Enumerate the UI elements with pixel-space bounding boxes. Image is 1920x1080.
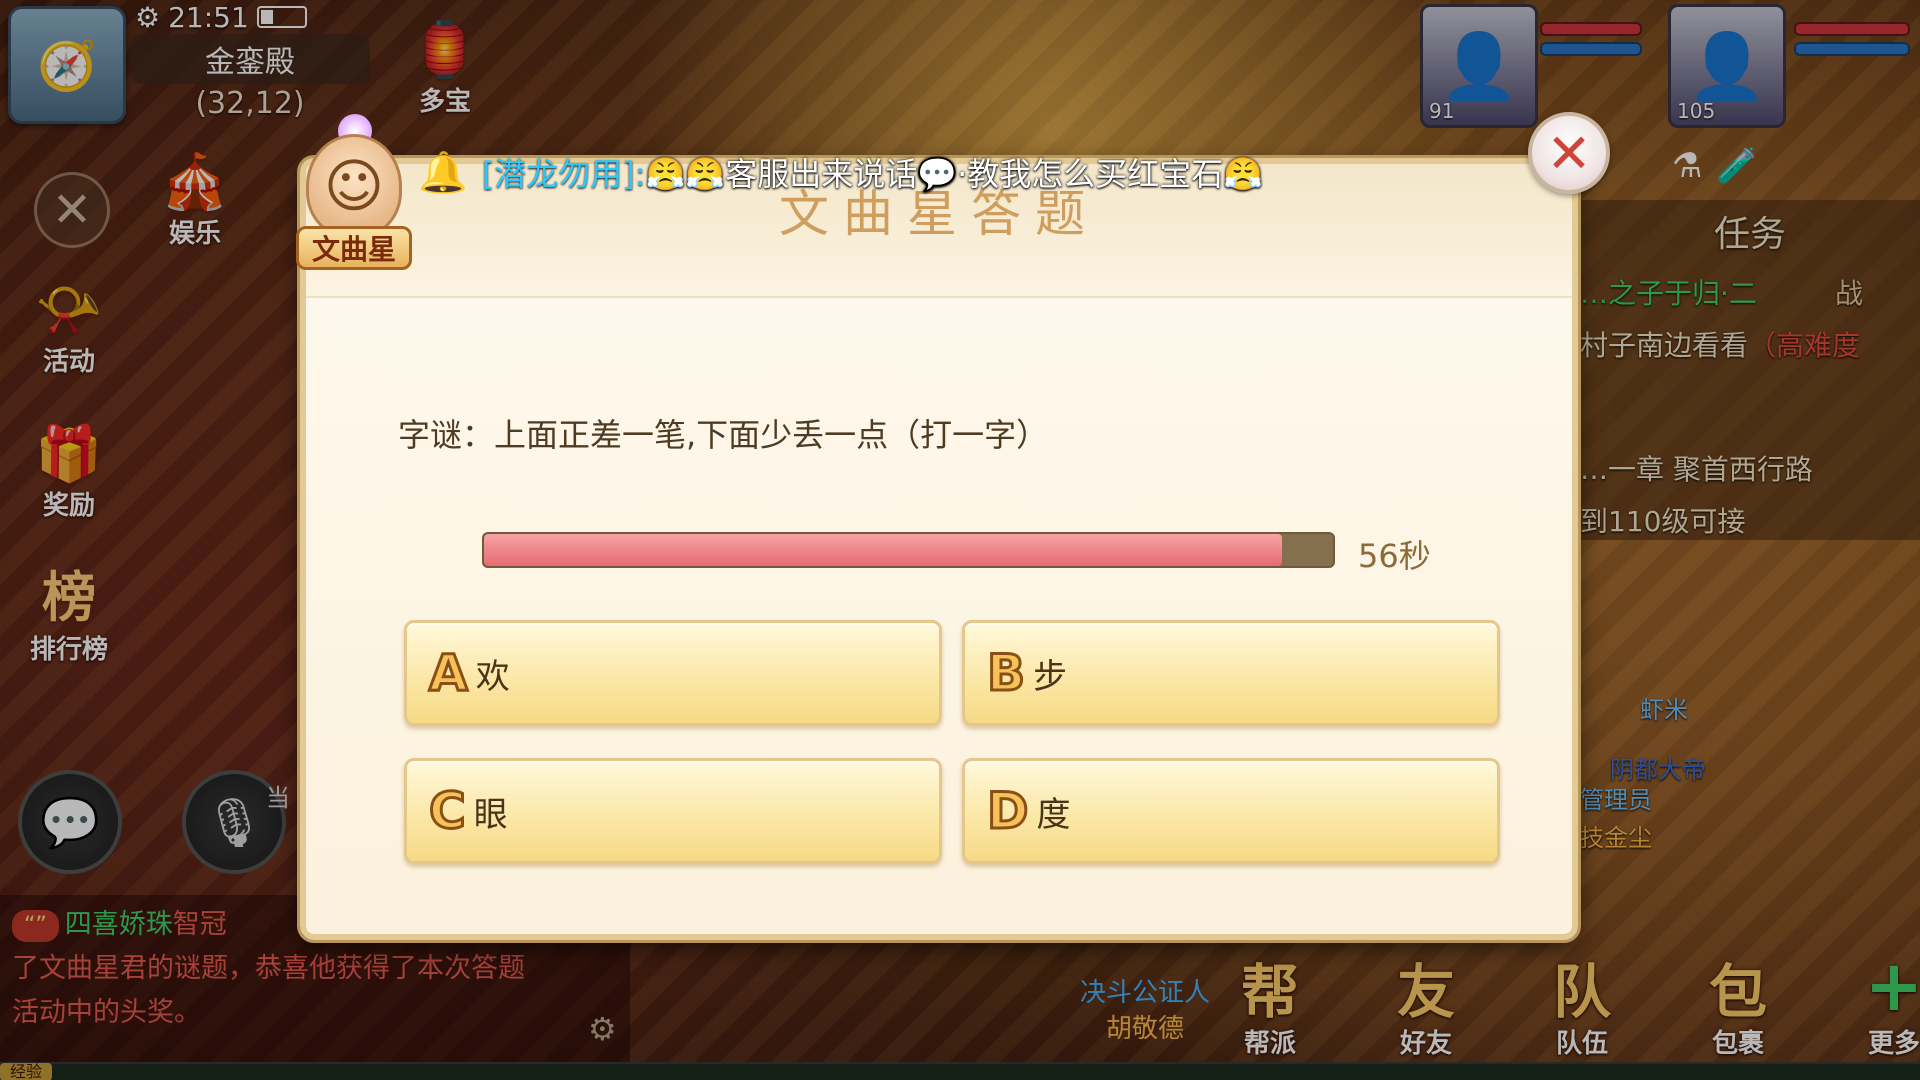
npc-name-label: 文曲星 bbox=[296, 226, 412, 270]
countdown-text: 56秒 bbox=[1358, 537, 1431, 575]
option-letter-c: C bbox=[428, 781, 468, 842]
answer-option-b[interactable]: B 步 bbox=[962, 620, 1500, 726]
option-text: 欢 bbox=[475, 656, 510, 697]
option-text: 眼 bbox=[473, 794, 508, 835]
answer-option-d[interactable]: D 度 bbox=[962, 758, 1500, 864]
countdown-bar-fill bbox=[484, 534, 1283, 566]
option-text: 步 bbox=[1033, 656, 1068, 697]
countdown-bar bbox=[482, 532, 1335, 568]
option-letter-b: B bbox=[985, 643, 1026, 704]
riddle-question: 字谜：上面正差一笔,下面少丢一点（打一字） bbox=[398, 416, 1049, 454]
bell-icon: 🔔 bbox=[418, 149, 468, 196]
option-letter-d: D bbox=[986, 781, 1030, 842]
broadcast-speaker[interactable]: [潜龙勿用]: bbox=[482, 149, 646, 195]
broadcast-message: 😤😤客服出来说话💬·教我怎么买红宝石😤 bbox=[645, 155, 1264, 193]
close-icon: ✕ bbox=[1546, 121, 1592, 185]
old-sage-face-icon: ☺ bbox=[306, 134, 402, 238]
answer-option-c[interactable]: C 眼 bbox=[404, 758, 942, 864]
option-letter-a: A bbox=[428, 643, 470, 704]
world-broadcast[interactable]: 🔔 [潜龙勿用]: 😤😤客服出来说话💬·教我怎么买红宝石😤 bbox=[418, 148, 1263, 196]
npc-avatar: ☺ 文曲星 bbox=[296, 114, 412, 270]
option-text: 度 bbox=[1036, 794, 1071, 835]
answer-option-a[interactable]: A 欢 bbox=[404, 620, 942, 726]
dialog-close-button[interactable]: ✕ bbox=[1528, 112, 1610, 194]
